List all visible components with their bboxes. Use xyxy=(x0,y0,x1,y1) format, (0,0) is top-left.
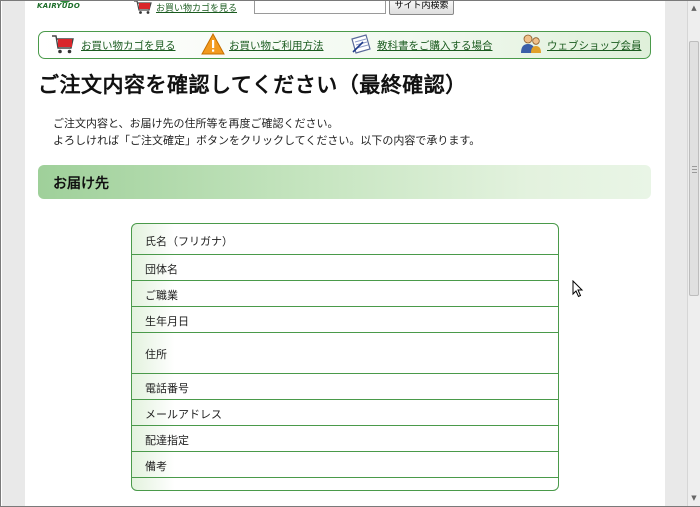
row-label-name-kana: 氏名（フリガナ） xyxy=(145,235,233,248)
row-label-phone: 電話番号 xyxy=(145,382,189,395)
top-cart-link[interactable]: お買い物カゴを見る xyxy=(156,1,237,14)
row-label-email: メールアドレス xyxy=(145,408,222,421)
mouse-pointer-icon xyxy=(572,280,584,298)
nav-item-cart[interactable]: お買い物カゴを見る xyxy=(49,32,189,58)
nav-label-members[interactable]: ウェブショップ会員 xyxy=(547,38,642,53)
table-row: ご職業 xyxy=(132,281,558,307)
scroll-down-arrow-icon[interactable]: ▼ xyxy=(689,493,699,503)
scroll-grip-icon xyxy=(692,172,697,173)
intro-line-1: ご注文内容と、お届け先の住所等を再度ご確認ください。 xyxy=(53,117,339,130)
row-label-delivery-preference: 配達指定 xyxy=(145,434,189,447)
site-search-input[interactable] xyxy=(254,1,386,14)
table-row: 氏名（フリガナ） xyxy=(132,224,558,255)
nav-label-cart[interactable]: お買い物カゴを見る xyxy=(81,38,176,53)
intro-line-2: よろしければ「ご注文確定」ボタンをクリックしてください。以下の内容で承ります。 xyxy=(53,134,481,147)
cart-icon[interactable] xyxy=(133,1,153,15)
left-page-margin xyxy=(2,1,25,506)
scroll-up-arrow-icon[interactable]: ▲ xyxy=(689,3,699,13)
intro-text: ご注文内容と、お届け先の住所等を再度ご確認ください。 よろしければ「ご注文確定」… xyxy=(53,115,480,149)
delivery-section-header: お届け先 xyxy=(38,165,651,199)
nav-item-guide[interactable]: お買い物ご利用方法 xyxy=(199,32,334,58)
delivery-address-table: 氏名（フリガナ） 団体名 ご職業 生年月日 住所 電話番号 メールアドレス 配達… xyxy=(131,223,559,491)
members-icon xyxy=(521,34,541,53)
row-label-birthdate: 生年月日 xyxy=(145,315,189,328)
cart-icon xyxy=(52,35,74,54)
row-label-address: 住所 xyxy=(145,348,167,361)
table-row: 生年月日 xyxy=(132,307,558,333)
row-label-remarks: 備考 xyxy=(145,460,167,473)
page-title: ご注文内容を確認してください（最終確認） xyxy=(38,73,467,97)
main-nav-bar: お買い物カゴを見る お買い物ご利用方法 教科書をご購入する場合 ウェブショップ会… xyxy=(38,31,651,59)
scroll-grip-icon xyxy=(692,166,697,167)
notebook-pen-icon xyxy=(351,34,371,54)
nav-item-members[interactable]: ウェブショップ会員 xyxy=(519,32,644,58)
vertical-scrollbar[interactable]: ▲ ▼ xyxy=(687,1,700,506)
scroll-grip-icon xyxy=(692,169,697,170)
delivery-section-title: お届け先 xyxy=(53,176,109,192)
nav-label-textbook[interactable]: 教科書をご購入する場合 xyxy=(377,38,493,53)
row-label-occupation: ご職業 xyxy=(145,289,178,302)
nav-item-textbook[interactable]: 教科書をご購入する場合 xyxy=(349,32,499,58)
table-row: 備考 xyxy=(132,452,558,478)
table-row: メールアドレス xyxy=(132,400,558,426)
site-search-button[interactable]: サイト内検索 xyxy=(389,1,454,15)
row-label-organization: 団体名 xyxy=(145,263,178,276)
site-logo[interactable]: KAIRYUDO xyxy=(37,1,93,15)
warning-icon xyxy=(201,33,225,55)
browser-viewport: ▲ ▼ KAIRYUDO お買い物カゴを見る サイト内検索 お買い物カゴを見る … xyxy=(0,0,700,507)
page-content: KAIRYUDO お買い物カゴを見る サイト内検索 お買い物カゴを見る お買い物… xyxy=(25,1,665,506)
nav-label-guide[interactable]: お買い物ご利用方法 xyxy=(229,38,324,53)
table-row: 団体名 xyxy=(132,255,558,281)
table-row: 住所 xyxy=(132,333,558,374)
right-page-margin xyxy=(665,1,687,506)
logo-text: KAIRYUDO xyxy=(37,2,81,10)
scrollbar-thumb[interactable] xyxy=(689,41,699,296)
table-row: 配達指定 xyxy=(132,426,558,452)
table-row: 電話番号 xyxy=(132,374,558,400)
